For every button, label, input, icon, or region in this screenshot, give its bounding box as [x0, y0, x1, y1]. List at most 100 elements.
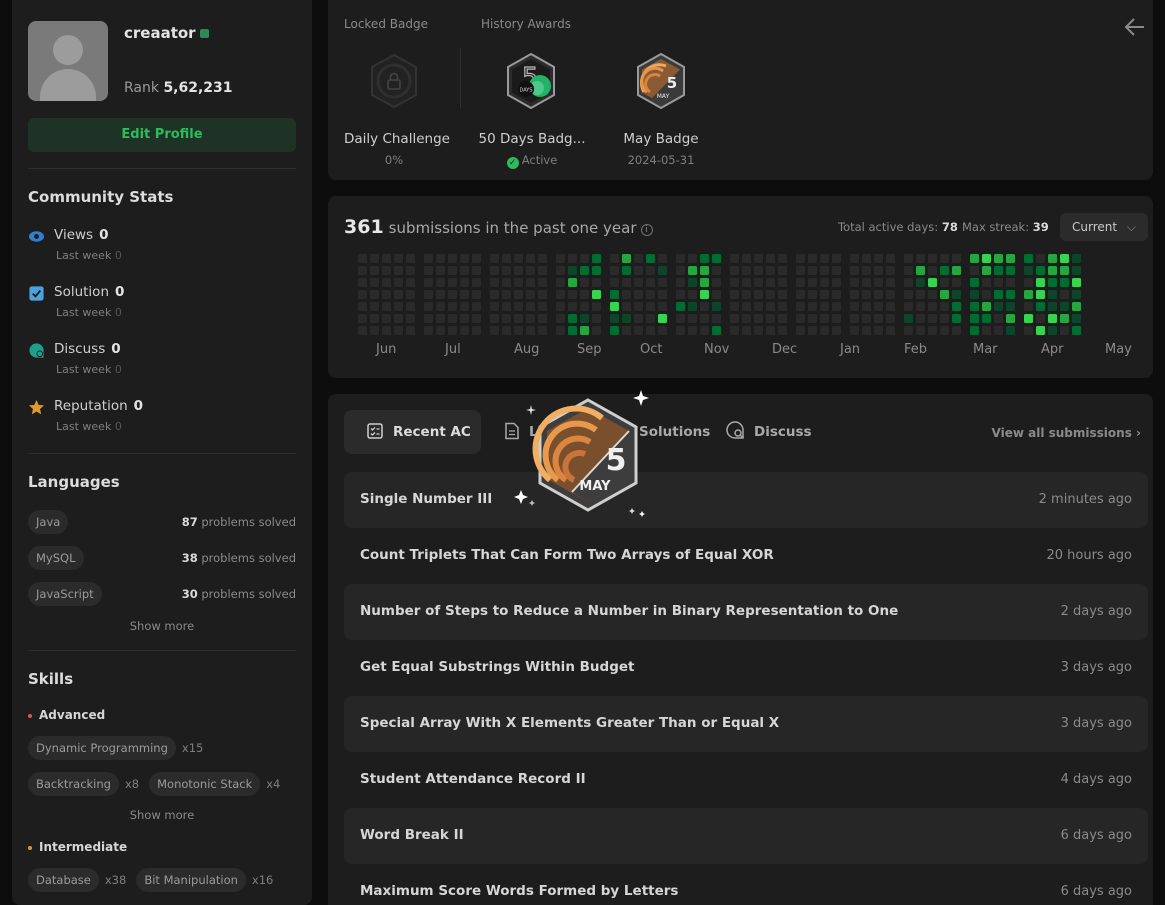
heatmap-cell[interactable]	[970, 290, 979, 299]
heatmap-cell[interactable]	[460, 266, 469, 275]
submission-row[interactable]: Number of Steps to Reduce a Number in Bi…	[344, 584, 1148, 640]
heatmap-cell[interactable]	[952, 314, 961, 323]
heatmap-cell[interactable]	[742, 302, 751, 311]
heatmap-cell[interactable]	[766, 266, 775, 275]
skill-tag[interactable]: Database	[28, 868, 99, 892]
heatmap-cell[interactable]	[1036, 314, 1045, 323]
heatmap-cell[interactable]	[820, 290, 829, 299]
heatmap-cell[interactable]	[490, 278, 499, 287]
heatmap-cell[interactable]	[1024, 290, 1033, 299]
heatmap-cell[interactable]	[796, 278, 805, 287]
heatmap-cell[interactable]	[610, 302, 619, 311]
submission-row[interactable]: Word Break II 6 days ago	[344, 808, 1148, 864]
heatmap-cell[interactable]	[424, 266, 433, 275]
heatmap-cell[interactable]	[568, 278, 577, 287]
heatmap-cell[interactable]	[766, 290, 775, 299]
heatmap-cell[interactable]	[886, 290, 895, 299]
heatmap-cell[interactable]	[472, 278, 481, 287]
language-tag[interactable]: JavaScript	[28, 582, 102, 606]
heatmap-cell[interactable]	[916, 326, 925, 335]
heatmap-cell[interactable]	[538, 266, 547, 275]
heatmap-cell[interactable]	[592, 254, 601, 263]
heatmap-cell[interactable]	[370, 278, 379, 287]
heatmap-cell[interactable]	[778, 290, 787, 299]
heatmap-cell[interactable]	[394, 290, 403, 299]
submission-row[interactable]: Maximum Score Words Formed by Letters 6 d…	[344, 864, 1148, 905]
heatmap-cell[interactable]	[538, 278, 547, 287]
heatmap-cell[interactable]	[796, 254, 805, 263]
heatmap-cell[interactable]	[982, 290, 991, 299]
heatmap-cell[interactable]	[406, 302, 415, 311]
heatmap-cell[interactable]	[862, 278, 871, 287]
submission-title[interactable]: Number of Steps to Reduce a Number in Bi…	[360, 603, 898, 619]
heatmap-cell[interactable]	[526, 326, 535, 335]
heatmap-cell[interactable]	[580, 290, 589, 299]
heatmap-cell[interactable]	[502, 266, 511, 275]
heatmap-cell[interactable]	[1060, 278, 1069, 287]
heatmap-cell[interactable]	[850, 278, 859, 287]
heatmap-cell[interactable]	[862, 290, 871, 299]
heatmap-cell[interactable]	[580, 278, 589, 287]
heatmap-cell[interactable]	[436, 254, 445, 263]
heatmap-cell[interactable]	[832, 326, 841, 335]
heatmap-cell[interactable]	[646, 326, 655, 335]
heatmap-cell[interactable]	[874, 290, 883, 299]
heatmap-cell[interactable]	[820, 326, 829, 335]
heatmap-cell[interactable]	[1024, 302, 1033, 311]
heatmap-cell[interactable]	[886, 314, 895, 323]
heatmap-cell[interactable]	[808, 302, 817, 311]
heatmap-cell[interactable]	[820, 254, 829, 263]
heatmap-cell[interactable]	[460, 302, 469, 311]
heatmap-cell[interactable]	[460, 290, 469, 299]
submission-title[interactable]: Single Number III	[360, 491, 492, 507]
heatmap-cell[interactable]	[766, 302, 775, 311]
heatmap-cell[interactable]	[904, 290, 913, 299]
heatmap-cell[interactable]	[1006, 266, 1015, 275]
skill-tag[interactable]: Backtracking	[28, 772, 119, 796]
heatmap-cell[interactable]	[406, 314, 415, 323]
heatmap-cell[interactable]	[538, 302, 547, 311]
heatmap-cell[interactable]	[556, 314, 565, 323]
heatmap-cell[interactable]	[556, 266, 565, 275]
heatmap-cell[interactable]	[1006, 290, 1015, 299]
heatmap-cell[interactable]	[928, 266, 937, 275]
heatmap-cell[interactable]	[610, 314, 619, 323]
heatmap-cell[interactable]	[448, 326, 457, 335]
heatmap-cell[interactable]	[886, 266, 895, 275]
heatmap-cell[interactable]	[646, 266, 655, 275]
heatmap-cell[interactable]	[796, 290, 805, 299]
heatmap-cell[interactable]	[730, 266, 739, 275]
heatmap-cell[interactable]	[982, 302, 991, 311]
heatmap-cell[interactable]	[742, 290, 751, 299]
heatmap-cell[interactable]	[358, 278, 367, 287]
heatmap-cell[interactable]	[538, 314, 547, 323]
heatmap-cell[interactable]	[448, 302, 457, 311]
tab-discuss[interactable]: Discuss	[725, 410, 825, 454]
heatmap-cell[interactable]	[874, 254, 883, 263]
heatmap-cell[interactable]	[916, 278, 925, 287]
heatmap-cell[interactable]	[610, 326, 619, 335]
heatmap-cell[interactable]	[592, 278, 601, 287]
heatmap-cell[interactable]	[436, 278, 445, 287]
heatmap-cell[interactable]	[862, 326, 871, 335]
heatmap-cell[interactable]	[370, 254, 379, 263]
heatmap-cell[interactable]	[358, 290, 367, 299]
submission-title[interactable]: Student Attendance Record II	[360, 771, 586, 787]
heatmap-cell[interactable]	[394, 326, 403, 335]
heatmap-cell[interactable]	[394, 254, 403, 263]
heatmap-cell[interactable]	[1006, 254, 1015, 263]
heatmap-cell[interactable]	[862, 266, 871, 275]
heatmap-cell[interactable]	[490, 254, 499, 263]
tab-recent-ac[interactable]: Recent AC	[344, 410, 481, 454]
heatmap-cell[interactable]	[592, 314, 601, 323]
heatmap-cell[interactable]	[448, 266, 457, 275]
heatmap-cell[interactable]	[808, 314, 817, 323]
heatmap-cell[interactable]	[448, 290, 457, 299]
heatmap-cell[interactable]	[514, 326, 523, 335]
heatmap-cell[interactable]	[994, 302, 1003, 311]
heatmap-cell[interactable]	[1036, 326, 1045, 335]
heatmap-cell[interactable]	[1024, 254, 1033, 263]
heatmap-cell[interactable]	[526, 254, 535, 263]
heatmap-cell[interactable]	[916, 290, 925, 299]
heatmap-cell[interactable]	[754, 326, 763, 335]
